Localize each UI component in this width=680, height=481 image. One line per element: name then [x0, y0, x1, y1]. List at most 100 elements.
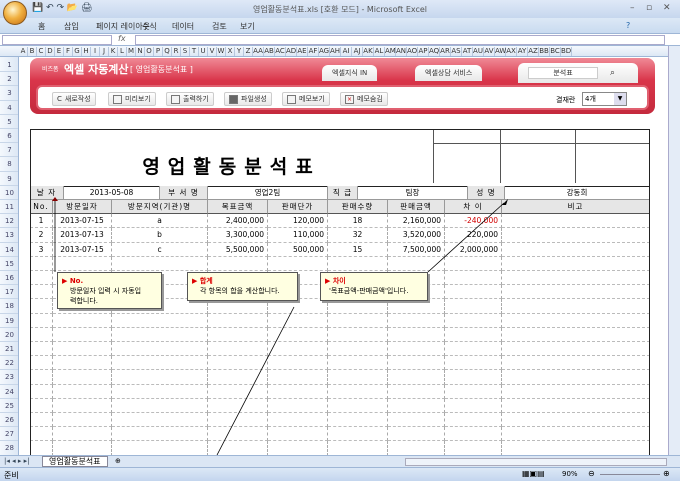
row-header[interactable]: 4: [0, 101, 18, 115]
close-button[interactable]: ✕: [663, 3, 671, 13]
row-header[interactable]: 23: [0, 370, 18, 385]
column-header[interactable]: AJ: [352, 47, 363, 56]
zoom-in-icon[interactable]: ⊕: [663, 469, 670, 478]
column-header[interactable]: O: [145, 47, 154, 56]
formula-input[interactable]: [135, 35, 665, 45]
minimize-button[interactable]: –: [630, 3, 635, 13]
zoom-level[interactable]: 90%: [562, 470, 578, 478]
column-header[interactable]: B: [28, 47, 37, 56]
horizontal-scrollbar[interactable]: [405, 458, 667, 466]
column-header[interactable]: AM: [385, 47, 396, 56]
maximize-button[interactable]: ▫: [646, 3, 652, 13]
row-header[interactable]: 21: [0, 342, 18, 357]
row-header[interactable]: 9: [0, 172, 18, 186]
column-header[interactable]: AI: [341, 47, 352, 56]
column-header[interactable]: A: [19, 47, 28, 56]
column-header[interactable]: G: [73, 47, 82, 56]
row-header[interactable]: 14: [0, 243, 18, 257]
column-header[interactable]: AC: [275, 47, 286, 56]
help-icon[interactable]: ?: [626, 21, 630, 30]
column-header[interactable]: AE: [297, 47, 308, 56]
column-header[interactable]: Q: [163, 47, 172, 56]
ribbon-tab[interactable]: 수식: [142, 21, 157, 32]
row-header[interactable]: 19: [0, 314, 18, 328]
column-header[interactable]: N: [136, 47, 145, 56]
column-header[interactable]: AL: [374, 47, 385, 56]
column-header[interactable]: AF: [308, 47, 319, 56]
column-header[interactable]: J: [100, 47, 109, 56]
sheet-nav-icons[interactable]: |◂ ◂ ▸ ▸|: [4, 457, 29, 465]
zoom-out-icon[interactable]: ⊖: [588, 469, 595, 478]
column-header[interactable]: AP: [418, 47, 429, 56]
row-header[interactable]: 1: [0, 58, 18, 73]
column-header[interactable]: AG: [319, 47, 330, 56]
column-header[interactable]: AS: [451, 47, 462, 56]
column-header[interactable]: L: [118, 47, 127, 56]
column-header[interactable]: Z: [244, 47, 253, 56]
ribbon-tab[interactable]: 삽입: [64, 21, 79, 32]
column-header[interactable]: AD: [286, 47, 297, 56]
ribbon-tab[interactable]: 데이터: [172, 21, 194, 32]
column-header[interactable]: Y: [235, 47, 244, 56]
column-header[interactable]: AN: [396, 47, 407, 56]
ribbon-tab[interactable]: 보기: [240, 21, 255, 32]
vertical-scrollbar[interactable]: [668, 46, 680, 455]
column-header[interactable]: AU: [473, 47, 484, 56]
column-header[interactable]: AW: [495, 47, 506, 56]
row-header[interactable]: 13: [0, 228, 18, 243]
ribbon-tab[interactable]: 홈: [38, 21, 45, 32]
column-header[interactable]: E: [55, 47, 64, 56]
column-header[interactable]: F: [64, 47, 73, 56]
row-header[interactable]: 5: [0, 115, 18, 129]
column-header[interactable]: AO: [407, 47, 418, 56]
column-header[interactable]: T: [190, 47, 199, 56]
ribbon-tab[interactable]: 검토: [212, 21, 227, 32]
row-header[interactable]: 24: [0, 385, 18, 399]
row-header[interactable]: 15: [0, 257, 18, 271]
column-header[interactable]: AR: [440, 47, 451, 56]
row-header[interactable]: 12: [0, 214, 18, 229]
view-buttons[interactable]: ▦▣▤: [522, 469, 545, 478]
row-header[interactable]: 25: [0, 399, 18, 413]
column-header[interactable]: AK: [363, 47, 374, 56]
column-header[interactable]: AX: [506, 47, 517, 56]
row-header[interactable]: 18: [0, 299, 18, 314]
column-header[interactable]: R: [172, 47, 181, 56]
zoom-slider[interactable]: [600, 474, 660, 475]
column-header[interactable]: AZ: [528, 47, 539, 56]
row-header[interactable]: 2: [0, 72, 18, 87]
column-header[interactable]: V: [208, 47, 217, 56]
row-header[interactable]: 11: [0, 200, 18, 215]
row-header[interactable]: 27: [0, 427, 18, 442]
row-header[interactable]: 16: [0, 271, 18, 286]
row-header[interactable]: 20: [0, 328, 18, 342]
column-header[interactable]: H: [82, 47, 91, 56]
row-header[interactable]: 26: [0, 413, 18, 428]
sheet-tab-active[interactable]: 영업활동분석표: [42, 456, 108, 467]
column-header[interactable]: K: [109, 47, 118, 56]
column-header[interactable]: AT: [462, 47, 473, 56]
office-button[interactable]: [3, 1, 27, 25]
insert-sheet-icon[interactable]: ⊕: [115, 457, 121, 465]
column-header[interactable]: M: [127, 47, 136, 56]
row-header[interactable]: 8: [0, 157, 18, 172]
column-header[interactable]: S: [181, 47, 190, 56]
column-header[interactable]: AB: [264, 47, 275, 56]
row-header[interactable]: 22: [0, 356, 18, 371]
column-header[interactable]: X: [226, 47, 235, 56]
row-header[interactable]: 7: [0, 143, 18, 158]
column-header[interactable]: BD: [561, 47, 572, 56]
column-header[interactable]: I: [91, 47, 100, 56]
fx-icon[interactable]: fx: [118, 34, 126, 43]
column-header[interactable]: AH: [330, 47, 341, 56]
column-header[interactable]: C: [37, 47, 46, 56]
row-header[interactable]: 3: [0, 86, 18, 101]
row-header[interactable]: 6: [0, 129, 18, 144]
column-header[interactable]: AV: [484, 47, 495, 56]
row-header[interactable]: 17: [0, 285, 18, 300]
row-header[interactable]: 28: [0, 441, 18, 455]
column-header[interactable]: P: [154, 47, 163, 56]
name-box[interactable]: [2, 35, 112, 45]
column-header[interactable]: U: [199, 47, 208, 56]
worksheet[interactable]: 비즈폼 엑셀 자동계산 [ 영업활동분석표 ] 엑셀지식 IN 엑셀상담 서비스…: [19, 57, 668, 455]
